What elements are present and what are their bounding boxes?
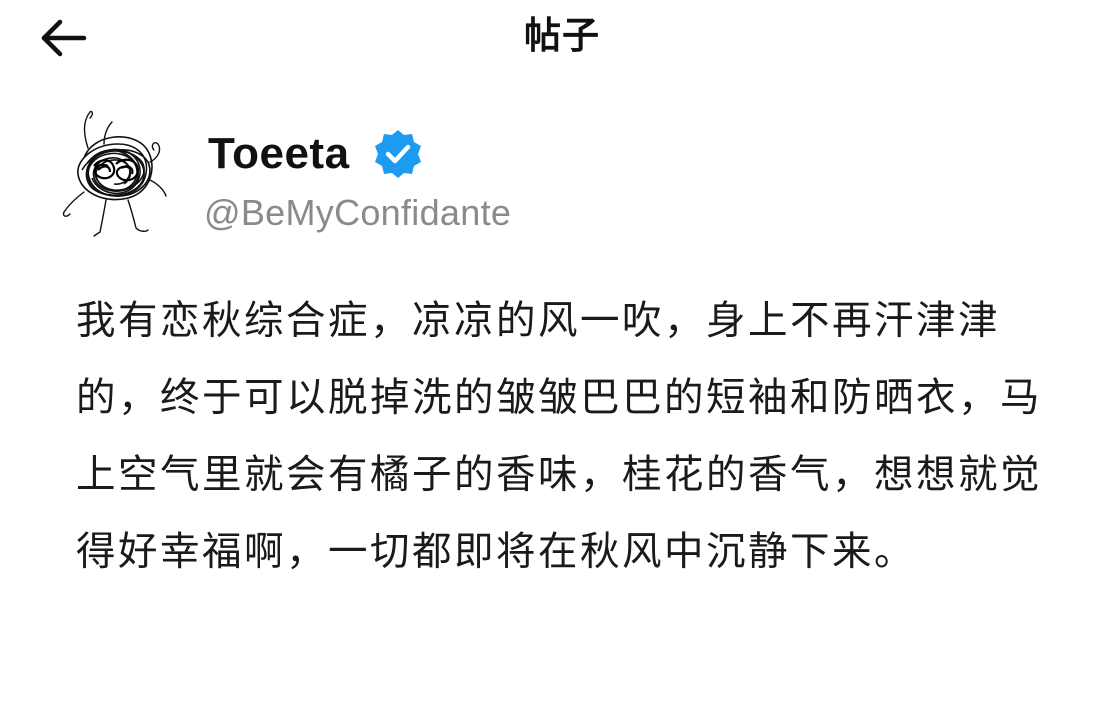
author-display-name[interactable]: Toeeta [208, 129, 350, 179]
top-bar: 帖子 [0, 0, 1120, 80]
author-header: Toeeta @BeMyConfidante [54, 100, 954, 250]
page-title: 帖子 [0, 10, 1120, 62]
author-handle[interactable]: @BeMyConfidante [204, 192, 511, 234]
post-text: 我有恋秋综合症，凉凉的风一吹，身上不再汗津津的，终于可以脱掉洗的皱皱巴巴的短袖和… [76, 298, 1042, 575]
page-title-text: 帖子 [524, 14, 600, 57]
scribble-avatar-icon [62, 110, 167, 237]
author-name-row: Toeeta [208, 124, 424, 184]
verified-badge-icon [374, 130, 421, 178]
avatar[interactable] [54, 100, 180, 240]
